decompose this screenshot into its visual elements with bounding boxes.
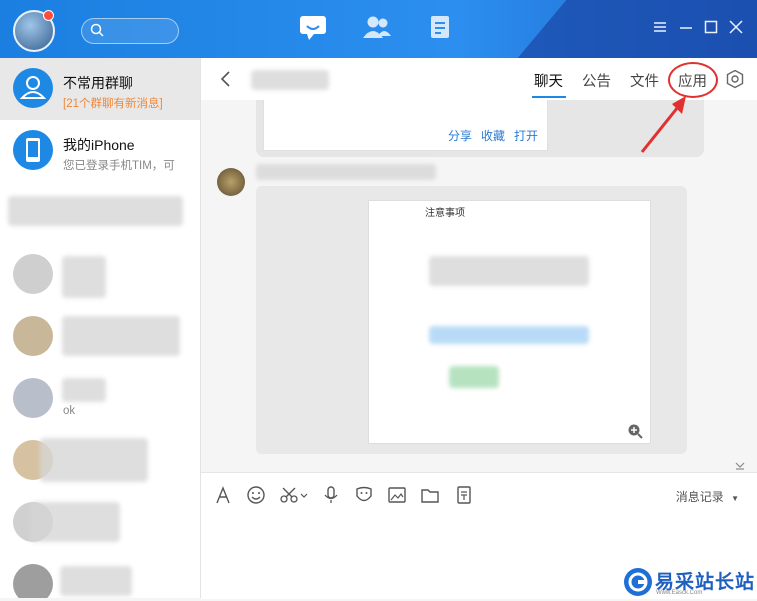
share-link[interactable]: 分享 (448, 127, 472, 144)
search-box[interactable] (81, 18, 179, 44)
dropdown-caret-icon: ▼ (731, 494, 739, 503)
font-icon[interactable] (213, 485, 235, 507)
conversation-preview: 您已登录手机TIM，可 (63, 160, 175, 172)
tab-files[interactable]: 文件 (630, 70, 659, 91)
message-history-button[interactable]: 消息记录 ▼ (676, 488, 739, 505)
group-icon (13, 68, 53, 108)
favorite-link[interactable]: 收藏 (481, 127, 505, 144)
conversation-item[interactable]: 不常用群聊 [21个群聊有新消息] (0, 58, 200, 120)
top-bar (0, 0, 757, 58)
conversation-preview: ok (63, 405, 76, 417)
image-icon[interactable] (387, 485, 409, 507)
close-icon[interactable] (728, 19, 746, 37)
mic-icon[interactable] (321, 485, 343, 507)
conversation-item[interactable] (0, 182, 200, 244)
blurred-content (429, 256, 589, 286)
conversation-item[interactable] (0, 554, 200, 598)
maximize-icon[interactable] (703, 19, 721, 37)
docs-nav-icon[interactable] (426, 14, 460, 44)
sticker-icon[interactable] (354, 485, 376, 507)
message-nav-icon[interactable] (299, 14, 333, 44)
notification-dot (43, 10, 54, 21)
shared-image[interactable]: 注意事项 (368, 200, 651, 444)
conversation-title: 我的iPhone (63, 137, 135, 153)
chat-title-blurred (251, 70, 329, 90)
blurred-content (30, 502, 120, 542)
watermark: 易采站长站 Www.Easck.Com (622, 566, 757, 598)
annotation-arrow-icon (640, 96, 686, 153)
blurred-content (429, 326, 589, 344)
blurred-content (62, 378, 106, 402)
blurred-content (449, 366, 499, 388)
user-avatar[interactable] (13, 10, 55, 52)
open-link[interactable]: 打开 (514, 127, 538, 144)
watermark-url: Www.Easck.Com (656, 590, 703, 596)
conversation-item[interactable]: 我的iPhone 您已登录手机TIM，可 (0, 120, 200, 182)
zoom-in-icon[interactable] (627, 423, 643, 439)
tab-chat[interactable]: 聊天 (534, 70, 563, 91)
conversation-preview: [21个群聊有新消息] (63, 98, 163, 110)
sender-avatar[interactable] (217, 168, 245, 196)
avatar (13, 254, 53, 294)
message-history-label: 消息记录 (675, 490, 724, 504)
blurred-content (62, 316, 180, 356)
conversation-item[interactable] (0, 430, 200, 492)
blurred-content (62, 256, 106, 298)
sender-name-blurred (256, 164, 436, 180)
phone-icon (13, 130, 53, 170)
conversation-item[interactable] (0, 244, 200, 306)
emoji-icon[interactable] (246, 485, 268, 507)
tab-announcement[interactable]: 公告 (582, 70, 611, 91)
blurred-content (60, 566, 132, 596)
chevron-left-icon[interactable] (219, 70, 233, 88)
scroll-down-icon[interactable] (734, 458, 748, 470)
settings-icon[interactable] (725, 69, 745, 89)
minimize-icon[interactable] (678, 19, 696, 37)
blurred-content (40, 438, 148, 482)
menu-icon[interactable] (652, 19, 670, 37)
avatar (13, 378, 53, 418)
conversation-list: 不常用群聊 [21个群聊有新消息] 我的iPhone 您已登录手机TIM，可 o… (0, 58, 201, 598)
contacts-nav-icon[interactable] (362, 14, 396, 44)
folder-icon[interactable] (420, 485, 442, 507)
screenshot-icon[interactable] (279, 485, 309, 507)
watermark-logo-icon (624, 568, 652, 596)
avatar (13, 316, 53, 356)
image-heading: 注意事项 (425, 208, 465, 219)
image-message[interactable]: 注意事项 (256, 186, 687, 454)
conversation-item[interactable] (0, 306, 200, 368)
search-icon (90, 23, 104, 37)
active-tab-indicator (532, 96, 566, 98)
shared-card[interactable]: 分享 收藏 打开 (263, 100, 548, 151)
conversation-title: 不常用群聊 (63, 75, 133, 91)
conversation-item[interactable]: ok (0, 368, 200, 430)
doc-icon[interactable] (454, 485, 476, 507)
avatar (13, 564, 53, 598)
blurred-content (8, 196, 183, 226)
conversation-item[interactable] (0, 492, 200, 554)
